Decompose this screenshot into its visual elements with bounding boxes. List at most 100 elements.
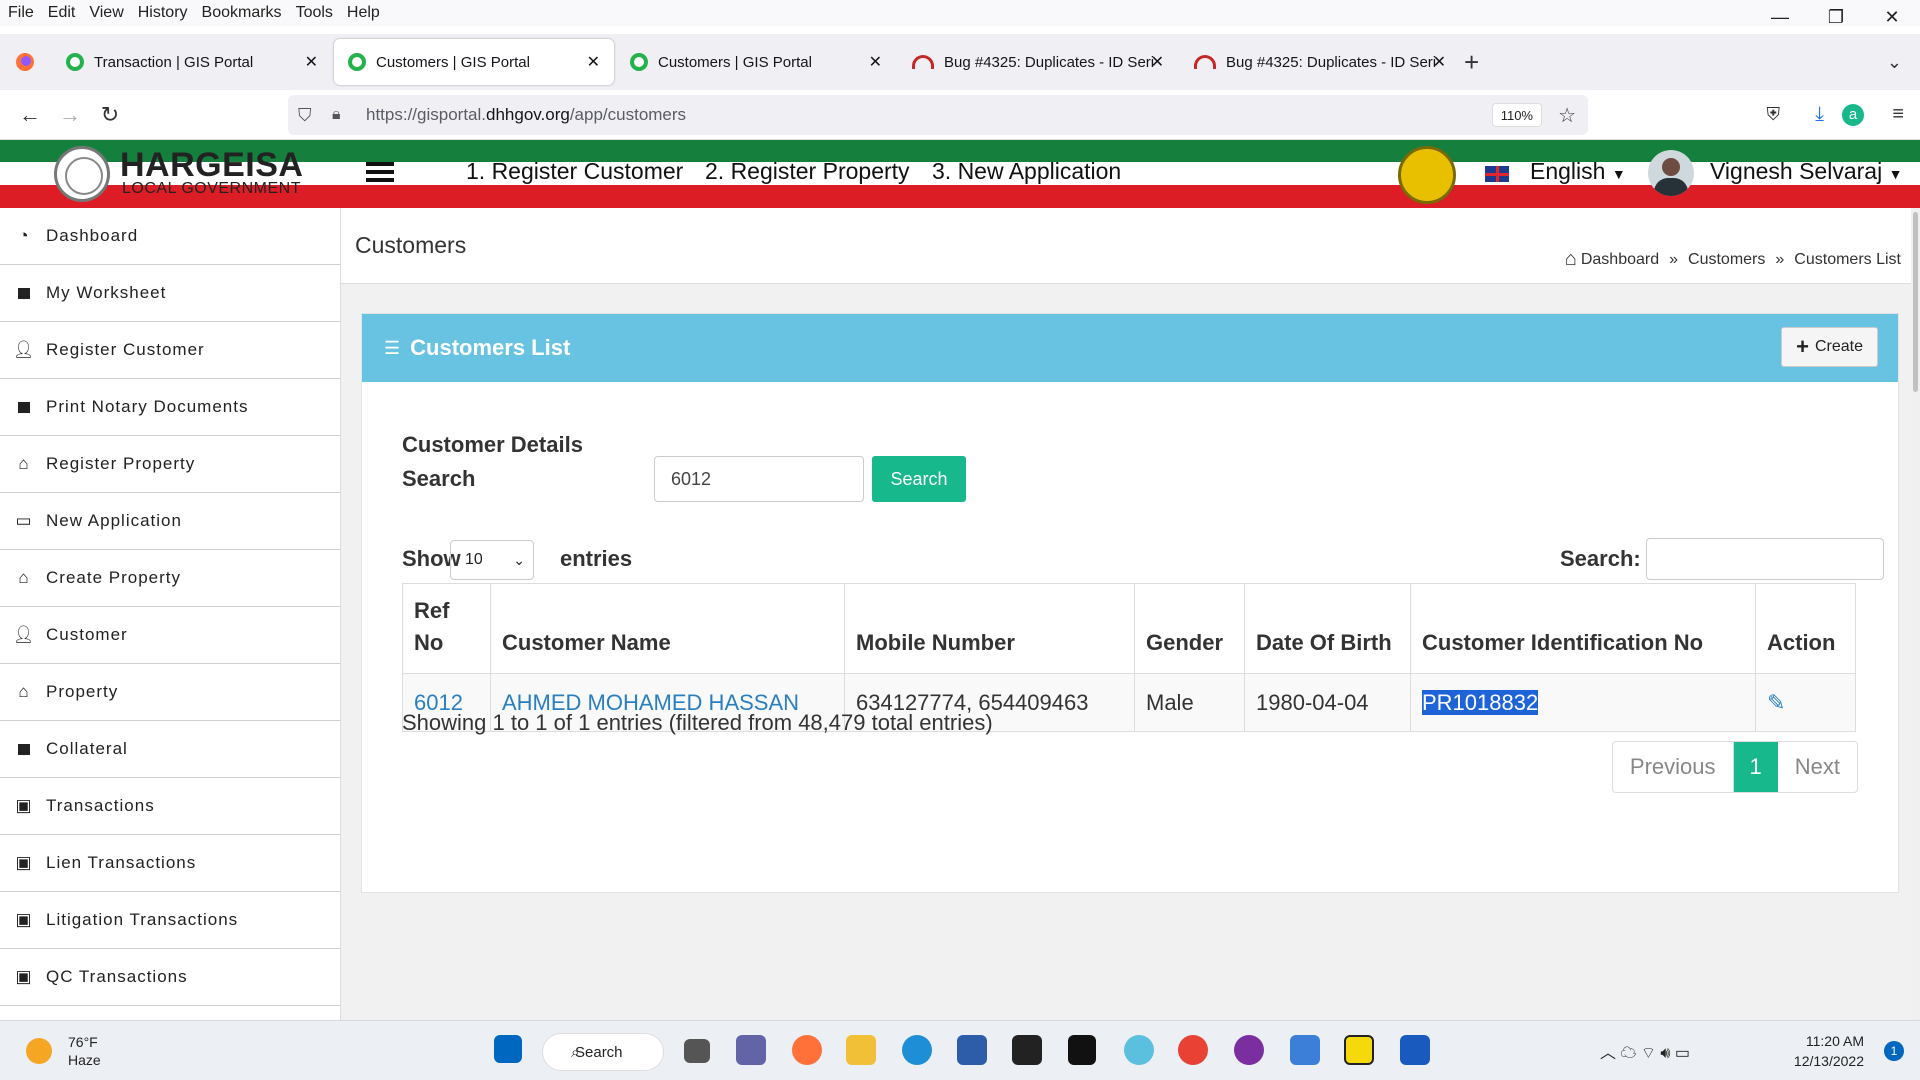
bookmark-star-icon[interactable]: ☆ (1558, 103, 1576, 128)
menu-view[interactable]: View (89, 4, 123, 22)
sidebar-item-customer[interactable]: 👤︎ Customer (0, 607, 340, 664)
entries-select[interactable]: 10 ⌄ (450, 540, 534, 580)
tab-close-icon[interactable]: ✕ (1151, 52, 1164, 72)
breadcrumb-customers[interactable]: Customers (1688, 251, 1765, 269)
menu-tools[interactable]: Tools (296, 4, 333, 22)
weather-widget[interactable]: 76°F Haze (26, 1033, 101, 1069)
browser-tab-active[interactable]: Customers | GIS Portal ✕ (334, 39, 614, 85)
browser-tab[interactable]: Transaction | GIS Portal ✕ (52, 39, 332, 85)
start-windows-icon[interactable] (494, 1035, 522, 1063)
table-header-row: Ref No Customer Name Mobile Number Gende… (402, 583, 1856, 674)
cell-date-of-birth: 1980-04-04 (1244, 673, 1411, 732)
extension-icon[interactable]: a (1842, 103, 1864, 126)
menu-bookmarks[interactable]: Bookmarks (202, 4, 282, 22)
firefox-icon[interactable] (792, 1035, 822, 1065)
notification-badge[interactable]: 1 (1884, 1041, 1904, 1061)
sidebar-item-register-property[interactable]: ⌂ Register Property (0, 436, 340, 493)
sidebar-item-property[interactable]: ⌂ Property (0, 664, 340, 721)
browser-tab[interactable]: Customers | GIS Portal ✕ (616, 39, 896, 85)
tab-close-icon[interactable]: ✕ (869, 52, 882, 72)
menu-help[interactable]: Help (347, 4, 380, 22)
forward-icon[interactable]: → (50, 95, 90, 135)
browser-tab[interactable]: Bug #4325: Duplicates - ID Seria ✕ (1180, 39, 1460, 85)
reload-icon[interactable]: ↻ (90, 95, 130, 135)
sidebar-item-lien-transactions[interactable]: ▣ Lien Transactions (0, 835, 340, 892)
shield-icon[interactable]: ⛉ (298, 105, 312, 126)
search-button[interactable]: Search (872, 456, 966, 502)
col-ref-no[interactable]: Ref No (402, 583, 491, 674)
firefox-view-icon[interactable] (0, 52, 50, 72)
col-mobile-number[interactable]: Mobile Number (844, 583, 1135, 674)
page-1-button[interactable]: 1 (1733, 742, 1778, 792)
dropbox-icon[interactable] (1068, 1035, 1096, 1065)
edge-icon[interactable] (902, 1035, 932, 1065)
table-filter-input[interactable] (1646, 538, 1884, 580)
app-menu-icon[interactable]: ≡ (1892, 103, 1904, 126)
user-avatar[interactable] (1648, 150, 1694, 196)
sidebar-item-litigation-transactions[interactable]: ▣ Litigation Transactions (0, 892, 340, 949)
sidebar-item-collateral[interactable]: Collateral (0, 721, 340, 778)
hamburger-menu-icon[interactable] (366, 162, 394, 186)
sidebar-item-qc-transactions[interactable]: ▣ QC Transactions (0, 949, 340, 1006)
breadcrumb-dashboard[interactable]: Dashboard (1581, 251, 1659, 269)
url-bar[interactable]: ⛉ 🔒︎ https://gisportal.dhhgov.org/app/cu… (288, 95, 1588, 135)
taskbar-search[interactable]: ⌕ Search (542, 1033, 664, 1071)
tab-close-icon[interactable]: ✕ (1433, 52, 1446, 72)
word-icon[interactable] (1400, 1035, 1430, 1065)
menu-edit[interactable]: Edit (48, 4, 76, 22)
messaging-icon[interactable] (1124, 1035, 1154, 1065)
sidebar-item-print-notary[interactable]: Print Notary Documents (0, 379, 340, 436)
col-action[interactable]: Action (1755, 583, 1856, 674)
sidebar-item-register-customer[interactable]: 👤︎ Register Customer (0, 322, 340, 379)
customer-search-input[interactable]: 6012 (654, 456, 864, 502)
card-header: ☰ Customers List + Create (362, 314, 1898, 382)
file-explorer-icon[interactable] (846, 1035, 876, 1065)
lock-icon[interactable]: 🔒︎ (332, 106, 341, 124)
menu-file[interactable]: File (8, 4, 34, 22)
page-scrollbar[interactable] (1911, 208, 1920, 1020)
sidebar-item-dashboard[interactable]: ◔ Dashboard (0, 208, 340, 265)
clock[interactable]: 11:20 AM 12/13/2022 (1794, 1031, 1864, 1071)
store-icon[interactable] (957, 1035, 987, 1065)
teams-icon[interactable] (736, 1035, 766, 1065)
task-view-icon[interactable] (684, 1039, 710, 1063)
back-icon[interactable]: ← (10, 95, 50, 135)
app-icon[interactable] (1234, 1035, 1264, 1065)
previous-button[interactable]: Previous (1613, 742, 1734, 792)
edit-icon[interactable]: ✎ (1767, 690, 1785, 715)
minimize-icon[interactable]: — (1752, 0, 1808, 34)
close-window-icon[interactable]: ✕ (1864, 0, 1920, 34)
nav-register-property[interactable]: 2. Register Property (705, 158, 910, 185)
pocket-icon[interactable]: ⛨ (1767, 104, 1781, 125)
notepad-icon[interactable] (1290, 1035, 1320, 1065)
col-customer-id[interactable]: Customer Identification No (1410, 583, 1756, 674)
next-button[interactable]: Next (1778, 742, 1857, 792)
sidebar-item-my-worksheet[interactable]: My Worksheet (0, 265, 340, 322)
nav-register-customer[interactable]: 1. Register Customer (466, 158, 683, 185)
col-date-of-birth[interactable]: Date Of Birth (1244, 583, 1411, 674)
system-tray-icons[interactable]: ︿ ☁ ⌔ 🔊︎ ▭ (1600, 1039, 1690, 1063)
menu-history[interactable]: History (138, 4, 188, 22)
tab-close-icon[interactable]: ✕ (305, 52, 318, 72)
zoom-indicator[interactable]: 110% (1491, 103, 1542, 127)
chrome-icon[interactable] (1178, 1035, 1208, 1065)
user-menu[interactable]: Vignesh Selvaraj ▼ (1710, 158, 1902, 185)
col-gender[interactable]: Gender (1134, 583, 1245, 674)
nav-new-application[interactable]: 3. New Application (932, 158, 1121, 185)
url-text[interactable]: https://gisportal.dhhgov.org/app/custome… (366, 105, 686, 125)
browser-tab[interactable]: Bug #4325: Duplicates - ID Seria ✕ (898, 39, 1178, 85)
downloads-icon[interactable]: ⤓ (1815, 103, 1824, 126)
new-tab-icon[interactable]: + (1464, 47, 1479, 78)
sidebar-item-new-application[interactable]: ▭ New Application (0, 493, 340, 550)
norton-icon[interactable] (1344, 1035, 1374, 1065)
language-dropdown[interactable]: English ▼ (1530, 158, 1626, 185)
sidebar-item-create-property[interactable]: ⌂ Create Property (0, 550, 340, 607)
tab-close-icon[interactable]: ✕ (587, 52, 600, 72)
sidebar-item-transactions[interactable]: ▣ Transactions (0, 778, 340, 835)
list-tabs-icon[interactable]: ⌄ (1887, 52, 1902, 73)
create-button[interactable]: + Create (1781, 327, 1878, 367)
col-customer-name[interactable]: Customer Name (490, 583, 845, 674)
hargeisa-logo-icon[interactable] (54, 146, 110, 202)
amazon-icon[interactable] (1012, 1035, 1042, 1065)
restore-icon[interactable]: ❐ (1808, 0, 1864, 34)
